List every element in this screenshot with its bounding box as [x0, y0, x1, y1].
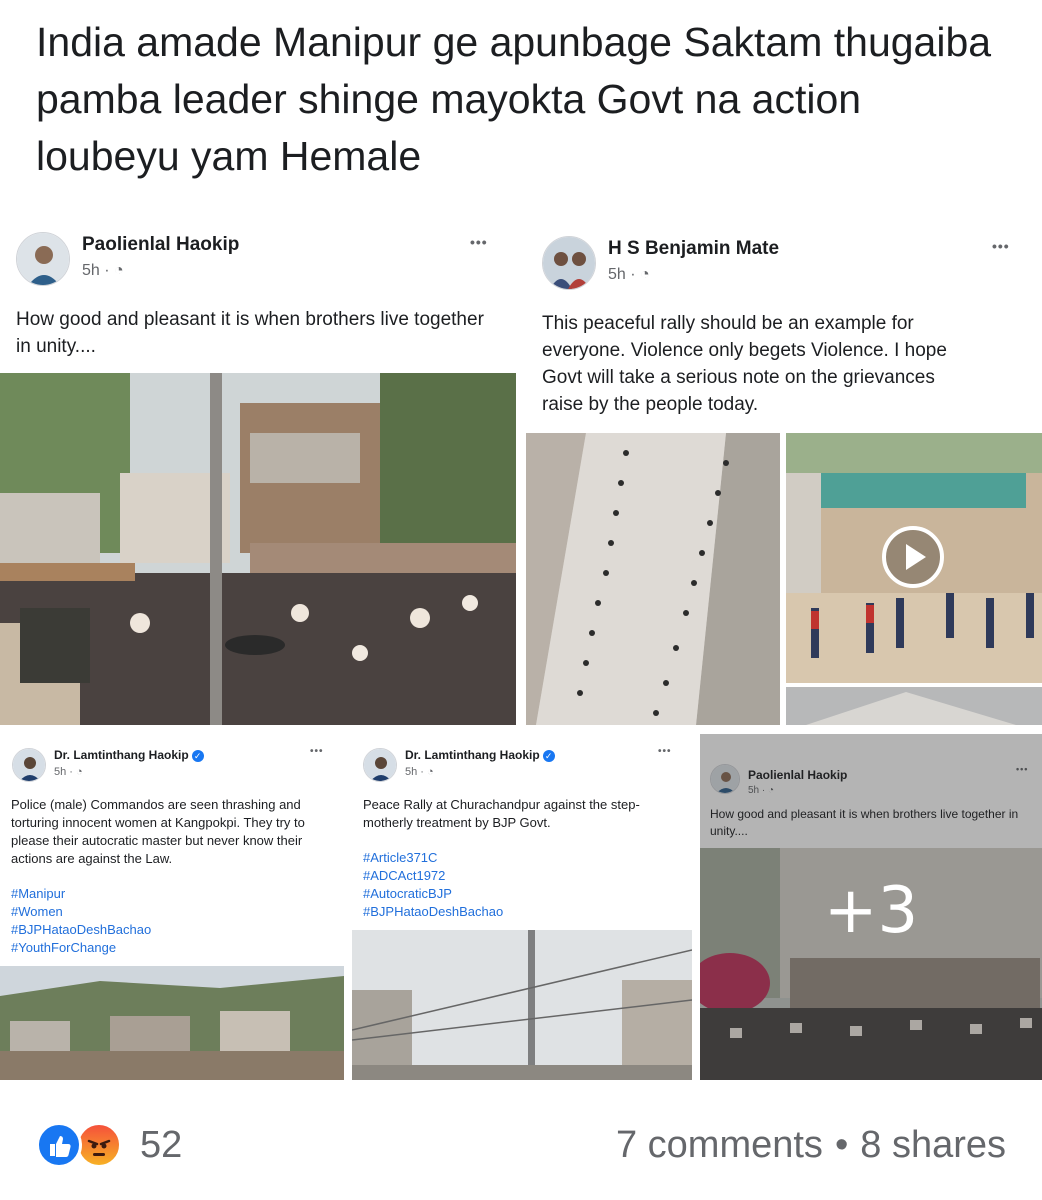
hashtag-link[interactable]: #AutocraticBJP: [363, 885, 503, 903]
more-options-icon[interactable]: •••: [992, 238, 1010, 254]
reaction-count: 52: [140, 1124, 183, 1166]
post-body: Police (male) Commandos are seen thrashi…: [11, 797, 305, 866]
post-time: 5h · ◔: [82, 262, 124, 280]
reactions-summary[interactable]: 52: [36, 1118, 236, 1172]
shared-post-4[interactable]: Dr. Lamtinthang Haokip ✓ 5h · ◔ ••• Peace…: [352, 734, 692, 1080]
time-text: 5h ·: [608, 266, 636, 283]
verified-badge-icon: ✓: [191, 749, 204, 762]
post-text: India amade Manipur ge apunbage Saktam t…: [36, 19, 992, 179]
engagement-stats: 7 comments • 8 shares: [616, 1124, 1006, 1167]
time-text: 5h ·: [405, 766, 424, 778]
hashtag-link[interactable]: #BJPHataoDeshBachao: [363, 903, 503, 921]
shares-count-link[interactable]: 8 shares: [860, 1124, 1006, 1166]
verified-badge-icon: ✓: [542, 749, 555, 762]
author-name-text: Dr. Lamtinthang Haokip: [54, 748, 189, 762]
aerial-rally-photo[interactable]: [526, 433, 780, 725]
author-name[interactable]: Paolienlal Haokip: [82, 234, 239, 256]
hashtag-link[interactable]: #BJPHataoDeshBachao: [11, 921, 151, 939]
post-time: 5h · ◔: [405, 766, 434, 778]
hashtag-link[interactable]: #Manipur: [11, 885, 151, 903]
author-avatar[interactable]: [542, 236, 596, 290]
time-text: 5h ·: [82, 262, 110, 279]
post-body: How good and pleasant it is when brother…: [16, 309, 484, 357]
author-name[interactable]: H S Benjamin Mate: [608, 238, 779, 260]
hashtag-link[interactable]: #ADCAct1972: [363, 867, 503, 885]
hillside-photo[interactable]: [0, 966, 344, 1080]
shared-post-3[interactable]: Dr. Lamtinthang Haokip ✓ 5h · ◔ ••• Polic…: [0, 734, 344, 1080]
hashtag-link[interactable]: #YouthForChange: [11, 939, 151, 957]
author-avatar[interactable]: [12, 748, 46, 782]
time-text: 5h ·: [54, 766, 73, 778]
hashtags: #Manipur #Women #BJPHataoDeshBachao #You…: [11, 885, 151, 957]
author-name[interactable]: Dr. Lamtinthang Haokip ✓: [405, 748, 555, 762]
more-options-icon[interactable]: •••: [658, 746, 672, 757]
post-time: 5h · ◔: [54, 766, 83, 778]
rally-video-thumbnail[interactable]: [786, 433, 1042, 683]
post-body: Peace Rally at Churachandpur against the…: [363, 797, 640, 830]
more-photos-count: +3: [823, 874, 919, 948]
more-photos-overlay[interactable]: +3: [700, 734, 1042, 1080]
hashtag-link[interactable]: #Article371C: [363, 849, 503, 867]
angry-reaction-icon: [76, 1122, 122, 1168]
post-time: 5h · ◔: [608, 266, 650, 284]
post-body: This peaceful rally should be an example…: [542, 313, 947, 415]
more-options-icon[interactable]: •••: [310, 746, 324, 757]
globe-icon: ◔: [114, 262, 124, 279]
author-avatar[interactable]: [16, 232, 70, 286]
hashtags: #Article371C #ADCAct1972 #AutocraticBJP …: [363, 849, 503, 921]
street-photo[interactable]: [352, 930, 692, 1080]
separator-dot: •: [834, 1124, 849, 1166]
globe-icon: ◔: [640, 266, 650, 283]
photo-collage[interactable]: Paolienlal Haokip 5h · ◔ ••• How good an…: [0, 200, 1042, 1080]
rally-photo[interactable]: [0, 373, 516, 725]
hashtag-link[interactable]: #Women: [11, 903, 151, 921]
globe-icon: ◔: [76, 766, 83, 778]
author-avatar[interactable]: [363, 748, 397, 782]
author-name-text: Dr. Lamtinthang Haokip: [405, 748, 540, 762]
shared-post-5[interactable]: Paolienlal Haokip 5h · ◔ ••• How good an…: [700, 734, 1042, 1080]
globe-icon: ◔: [427, 766, 434, 778]
author-name[interactable]: Dr. Lamtinthang Haokip ✓: [54, 748, 204, 762]
comments-count-link[interactable]: 7 comments: [616, 1124, 823, 1166]
more-options-icon[interactable]: •••: [470, 234, 488, 250]
shared-post-1[interactable]: Paolienlal Haokip 5h · ◔ ••• How good an…: [0, 200, 516, 725]
like-reaction-icon: [36, 1122, 82, 1168]
shared-post-2[interactable]: H S Benjamin Mate 5h · ◔ ••• This peacef…: [526, 200, 1042, 725]
roof-photo[interactable]: [786, 687, 1042, 725]
play-icon[interactable]: [882, 526, 944, 588]
